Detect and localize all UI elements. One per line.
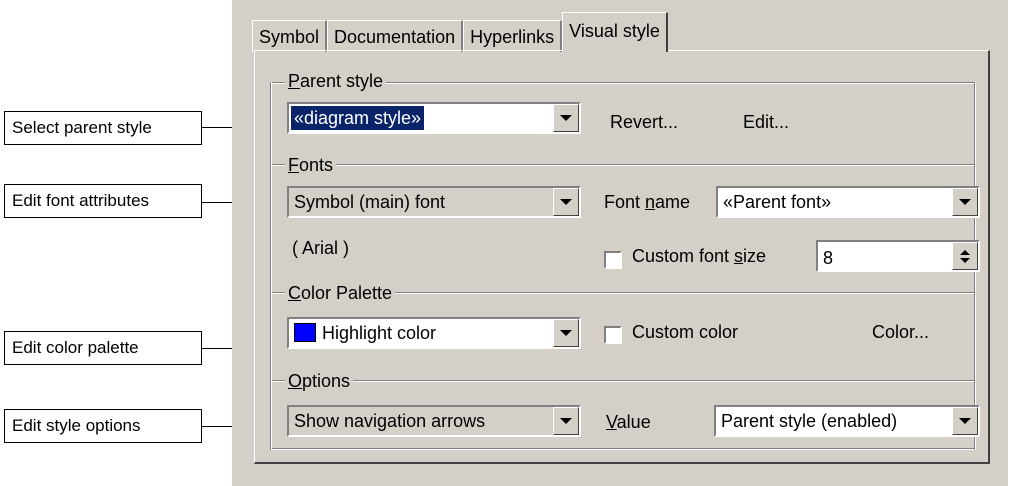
option-value: Parent style (enabled)	[721, 411, 898, 431]
font-size-value: 8	[823, 248, 834, 268]
group-divider	[270, 448, 976, 450]
color-swatch	[294, 323, 316, 342]
inherited-font-label: ( Arial )	[292, 238, 350, 258]
chevron-down-icon	[560, 330, 572, 336]
color-palette-dropdown[interactable]: Highlight color	[287, 317, 581, 349]
value-label: Value	[606, 412, 651, 432]
dropdown-button[interactable]	[553, 407, 579, 435]
options-dropdown[interactable]: Show navigation arrows	[287, 405, 581, 437]
properties-dialog: Symbol Documentation Hyperlinks Visual s…	[232, 0, 1008, 486]
font-name-label: Font name	[604, 192, 691, 212]
callout-edit-style-options: Edit style options	[4, 409, 202, 443]
edit-style-button[interactable]: Edit...	[743, 110, 789, 134]
custom-color-label[interactable]: Custom color	[632, 320, 738, 344]
font-size-spinner[interactable]: 8	[816, 240, 980, 272]
dropdown-button[interactable]	[553, 319, 579, 347]
group-label-parent-style: Parent style	[285, 71, 387, 91]
custom-font-size-checkbox[interactable]	[604, 251, 622, 269]
color-button[interactable]: Color...	[872, 320, 929, 344]
tab-strip: Symbol Documentation Hyperlinks Visual s…	[252, 12, 668, 52]
font-name-value: «Parent font»	[723, 192, 832, 212]
tab-documentation[interactable]: Documentation	[327, 20, 464, 52]
parent-style-value: «diagram style»	[289, 105, 426, 131]
group-divider	[270, 164, 976, 166]
custom-font-size-label[interactable]: Custom font size	[632, 244, 766, 268]
group-divider	[270, 380, 976, 382]
font-name-dropdown[interactable]: «Parent font»	[716, 186, 980, 218]
group-label-color-palette: Color Palette	[285, 283, 396, 303]
dropdown-button[interactable]	[952, 407, 978, 435]
options-value: Show navigation arrows	[294, 411, 486, 431]
color-palette-value: Highlight color	[294, 319, 436, 347]
parent-style-dropdown[interactable]: «diagram style»	[287, 102, 581, 134]
chevron-down-icon	[959, 418, 971, 424]
spin-up-icon[interactable]	[960, 249, 970, 255]
tab-hyperlinks[interactable]: Hyperlinks	[463, 20, 563, 52]
revert-button[interactable]: Revert...	[610, 110, 678, 134]
tab-symbol[interactable]: Symbol	[252, 20, 328, 52]
callout-edit-color-palette: Edit color palette	[4, 331, 202, 365]
chevron-down-icon	[560, 418, 572, 424]
callout-edit-font-attributes: Edit font attributes	[4, 184, 202, 218]
group-frame-left	[270, 82, 272, 450]
dropdown-button[interactable]	[952, 188, 978, 216]
option-value-dropdown[interactable]: Parent style (enabled)	[714, 405, 980, 437]
chevron-down-icon	[959, 199, 971, 205]
group-label-fonts: Fonts	[285, 155, 337, 175]
dropdown-button[interactable]	[553, 188, 579, 216]
font-target-dropdown[interactable]: Symbol (main) font	[287, 186, 581, 218]
spin-buttons[interactable]	[952, 242, 978, 270]
callout-select-parent-style: Select parent style	[4, 111, 202, 145]
font-target-value: Symbol (main) font	[294, 192, 446, 212]
spin-down-icon[interactable]	[960, 257, 970, 263]
custom-color-checkbox[interactable]	[604, 326, 622, 344]
chevron-down-icon	[560, 115, 572, 121]
tab-visual-style[interactable]: Visual style	[562, 12, 668, 52]
dropdown-button[interactable]	[553, 104, 579, 132]
group-label-options: Options	[285, 371, 354, 391]
chevron-down-icon	[560, 199, 572, 205]
